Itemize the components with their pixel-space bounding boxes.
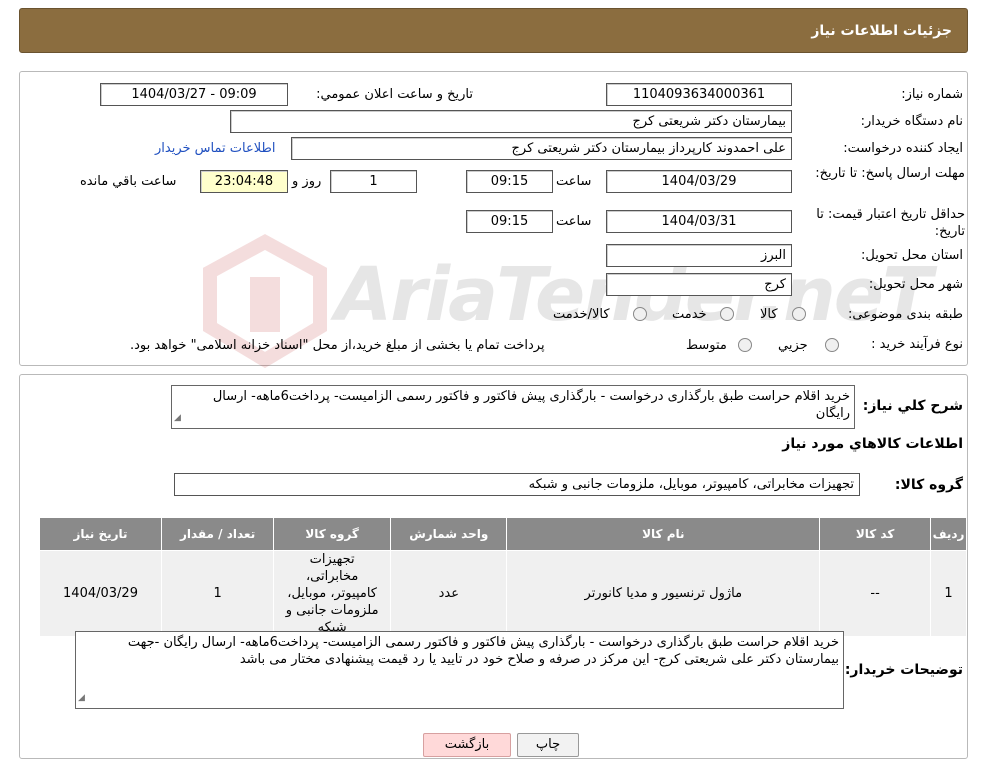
process-note: پرداخت تمام يا بخشی از مبلغ خريد،از محل … [130, 338, 545, 353]
col-date-header: تاريخ نياز [39, 517, 162, 551]
validity-label: حداقل تاريخ اعتبار قيمت: تا تاریخ: [790, 206, 965, 240]
cell-group-text: تجهیزات مخابراتی، کامپیوتر، موبایل، ملزو… [285, 552, 379, 635]
process-radio-medium[interactable] [738, 338, 752, 352]
city-field: کرج [606, 273, 792, 296]
cell-unit: عدد [390, 550, 508, 637]
summary-textarea: خرید اقلام حراست طبق بارگذاری درخواست - … [171, 385, 855, 429]
category-radio-service[interactable] [720, 307, 734, 321]
deadline-label: مهلت ارسال پاسخ: تا تاریخ: [815, 165, 965, 182]
category-radio-goods[interactable] [792, 307, 806, 321]
cell-date: 1404/03/29 [39, 550, 162, 637]
deadline-label-text: مهلت ارسال پاسخ: تا تاریخ: [815, 166, 965, 181]
validity-label-text: حداقل تاريخ اعتبار قيمت: تا تاریخ: [816, 207, 965, 239]
need-number-field: 1104093634000361 [606, 83, 792, 106]
validity-time-label: ساعت [556, 214, 592, 229]
need-number-label: شماره نیاز: [901, 87, 963, 102]
creator-field: علی احمدوند کارپرداز بیمارستان دکتر شریع… [291, 137, 792, 160]
goods-group-label: گروه کالا: [894, 477, 963, 493]
cell-qty: 1 [160, 550, 275, 637]
table-row: 1 -- ماژول ترنسیور و مدیا کانورتر عدد تج… [39, 550, 967, 637]
process-option-partial: جزیي [778, 338, 808, 353]
cell-index: 1 [930, 550, 967, 637]
buyer-notes-textarea: خرید اقلام حراست طبق بارگذاری درخواست - … [75, 631, 844, 709]
city-label: شهر محل تحويل: [868, 277, 963, 292]
goods-table: رديف کد کالا نام کالا واحد شمارش گروه کا… [39, 517, 967, 637]
resize-grip-icon[interactable]: ◢ [78, 690, 85, 707]
remaining-label: ساعت باقي مانده [80, 174, 177, 189]
col-name-header: نام کالا [506, 517, 821, 551]
process-option-medium: متوسط [686, 338, 727, 353]
category-option-service: خدمت [672, 307, 707, 322]
deadline-date-field: 1404/03/29 [606, 170, 792, 193]
days-label: روز و [292, 174, 322, 189]
deadline-time-field: 09:15 [466, 170, 553, 193]
buyer-notes-label: توضيحات خريدار: [844, 662, 963, 678]
announce-field: 1404/03/27 - 09:09 [100, 83, 288, 106]
buyer-notes-text: خرید اقلام حراست طبق بارگذاری درخواست - … [127, 635, 839, 667]
days-field: 1 [330, 170, 417, 193]
goods-info-title: اطلاعات کالاهاي مورد نياز [782, 436, 963, 452]
process-radio-partial[interactable] [825, 338, 839, 352]
col-group-header: گروه کالا [273, 517, 392, 551]
goods-group-field: تجهیزات مخابراتی، کامپیوتر، موبایل، ملزو… [174, 473, 860, 496]
summary-label: شرح کلي نياز: [862, 398, 963, 414]
page-header: جزئیات اطلاعات نیاز [19, 8, 968, 53]
col-unit-header: واحد شمارش [390, 517, 508, 551]
col-qty-header: تعداد / مقدار [160, 517, 275, 551]
col-row-header: رديف [930, 517, 967, 551]
summary-text: خرید اقلام حراست طبق بارگذاری درخواست - … [212, 389, 850, 421]
buyer-org-field: بیمارستان دکتر شریعتی کرج [230, 110, 792, 133]
province-label: استان محل تحويل: [861, 248, 963, 263]
back-button[interactable]: بازگشت [423, 733, 511, 757]
validity-time-field: 09:15 [466, 210, 553, 233]
print-button[interactable]: چاپ [517, 733, 579, 757]
cell-group: تجهیزات مخابراتی، کامپیوتر، موبایل، ملزو… [273, 550, 392, 637]
cell-code: -- [819, 550, 932, 637]
resize-grip-icon[interactable]: ◢ [174, 410, 181, 427]
category-radio-goods-service[interactable] [633, 307, 647, 321]
goods-table-wrapper: رديف کد کالا نام کالا واحد شمارش گروه کا… [39, 517, 967, 637]
province-field: البرز [606, 244, 792, 267]
announce-label: تاریخ و ساعت اعلان عمومي: [316, 87, 473, 102]
remaining-time-field: 23:04:48 [200, 170, 288, 193]
category-label: طبقه بندی موضوعی: [847, 307, 963, 322]
process-label: نوع فرآيند خريد : [871, 337, 963, 352]
category-option-goods: کالا [760, 307, 778, 322]
goods-table-header: رديف کد کالا نام کالا واحد شمارش گروه کا… [39, 517, 967, 551]
cell-name: ماژول ترنسیور و مدیا کانورتر [506, 550, 821, 637]
category-option-goods-service: کالا/خدمت [553, 307, 610, 322]
buyer-org-label: نام دستگاه خريدار: [860, 114, 963, 129]
validity-date-field: 1404/03/31 [606, 210, 792, 233]
creator-label: ايجاد کننده درخواست: [843, 141, 963, 156]
col-code-header: کد کالا [819, 517, 932, 551]
page-title: جزئیات اطلاعات نیاز [811, 23, 952, 39]
deadline-time-label: ساعت [556, 174, 592, 189]
buyer-contact-link[interactable]: اطلاعات تماس خريدار [155, 141, 275, 156]
